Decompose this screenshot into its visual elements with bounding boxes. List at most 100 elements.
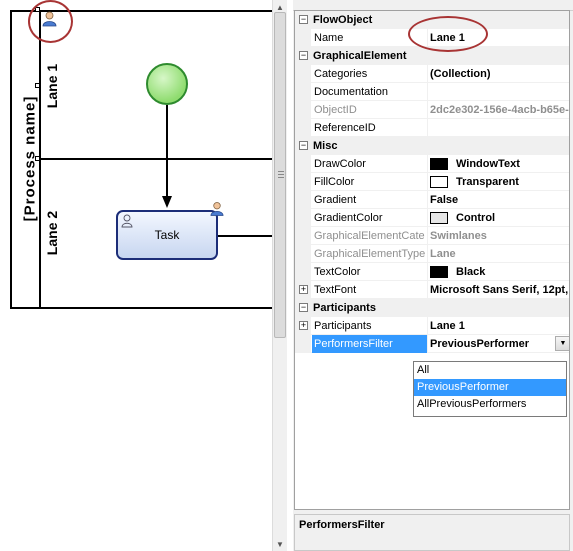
- property-row-gradient[interactable]: Gradient False: [295, 191, 569, 209]
- lane2-label[interactable]: Lane 2: [44, 193, 60, 273]
- property-row-participants[interactable]: + Participants Lane 1: [295, 317, 569, 335]
- scroll-down-icon[interactable]: ▼: [273, 537, 287, 551]
- task-label: Task: [154, 228, 180, 242]
- sequence-flow[interactable]: [218, 235, 272, 237]
- property-row-objectid[interactable]: ObjectID 2dc2e302-156e-4acb-b65e-: [295, 101, 569, 119]
- row-gutter: [295, 101, 311, 119]
- property-name: GraphicalElementType: [312, 245, 428, 263]
- row-gutter: [295, 335, 311, 353]
- start-event[interactable]: [146, 63, 188, 105]
- category-row-participants[interactable]: − Participants: [295, 299, 569, 317]
- property-grid-panel: − FlowObject Name Lane 1− GraphicalElement Ca…: [293, 0, 573, 551]
- category-label: GraphicalElement: [313, 50, 407, 62]
- property-row-categories[interactable]: Categories (Collection): [295, 65, 569, 83]
- property-description-title: PerformersFilter: [299, 519, 385, 531]
- grip-line: [278, 174, 284, 175]
- property-row-graphicalelementtype[interactable]: GraphicalElementType Lane: [295, 245, 569, 263]
- property-row-performersfilter[interactable]: PerformersFilter PreviousPerformer ▼: [295, 335, 569, 353]
- dropdown-option[interactable]: PreviousPerformer: [414, 379, 566, 396]
- lane-divider[interactable]: [39, 158, 272, 160]
- selection-handle[interactable]: [35, 156, 40, 161]
- user-task-icon: [121, 214, 133, 228]
- property-value-text: False: [430, 194, 459, 206]
- property-name: DrawColor: [312, 155, 428, 173]
- chevron-down-icon[interactable]: ▼: [555, 336, 569, 351]
- dropdown-option[interactable]: AllPreviousPerformers: [414, 396, 566, 413]
- property-row-graphicalelementcate[interactable]: GraphicalElementCate Swimlanes: [295, 227, 569, 245]
- color-swatch: [430, 212, 448, 225]
- diagram-canvas[interactable]: [Process name] Lane 1 Lane 2 Task: [0, 0, 272, 551]
- row-gutter: [295, 65, 311, 83]
- minus-icon[interactable]: −: [299, 303, 308, 312]
- property-name: FillColor: [312, 173, 428, 191]
- property-value[interactable]: Black: [428, 263, 569, 281]
- property-row-drawcolor[interactable]: DrawColor WindowText: [295, 155, 569, 173]
- category-row-misc[interactable]: − Misc: [295, 137, 569, 155]
- category-label: Participants: [313, 302, 376, 314]
- property-value[interactable]: WindowText: [428, 155, 569, 173]
- participant-icon: [210, 202, 224, 216]
- property-value[interactable]: Lane: [428, 245, 569, 263]
- color-swatch: [430, 158, 448, 171]
- property-value-text: Transparent: [456, 176, 519, 188]
- grip-line: [278, 177, 284, 178]
- property-value-text: WindowText: [456, 158, 520, 170]
- scrollbar-thumb[interactable]: [274, 12, 286, 338]
- property-value[interactable]: 2dc2e302-156e-4acb-b65e-: [428, 101, 569, 119]
- property-grid[interactable]: − FlowObject Name Lane 1− GraphicalElement Ca…: [294, 10, 570, 510]
- minus-icon[interactable]: −: [299, 141, 308, 150]
- row-gutter: [295, 155, 311, 173]
- annotation-circle: [28, 0, 73, 43]
- color-swatch: [430, 266, 448, 279]
- minus-icon[interactable]: −: [299, 15, 308, 24]
- property-value[interactable]: PreviousPerformer ▼: [428, 335, 569, 353]
- property-name: Documentation: [312, 83, 428, 101]
- property-value[interactable]: (Collection): [428, 65, 569, 83]
- property-value-text: Control: [456, 212, 496, 224]
- property-name: Gradient: [312, 191, 428, 209]
- lane1-label[interactable]: Lane 1: [44, 46, 60, 126]
- property-description: PerformersFilter: [294, 514, 570, 551]
- property-name: GradientColor: [312, 209, 428, 227]
- property-value[interactable]: Lane 1: [428, 317, 569, 335]
- property-value[interactable]: Microsoft Sans Serif, 12pt,: [428, 281, 569, 299]
- canvas-vertical-scrollbar[interactable]: ▲ ▼: [272, 0, 287, 551]
- task-activity[interactable]: Task: [116, 210, 218, 260]
- property-value-text: PreviousPerformer: [430, 338, 530, 350]
- property-row-referenceid[interactable]: ReferenceID: [295, 119, 569, 137]
- dropdown-option[interactable]: All: [414, 362, 566, 379]
- sequence-flow[interactable]: [166, 105, 168, 197]
- row-gutter: [295, 119, 311, 137]
- property-value[interactable]: Control: [428, 209, 569, 227]
- annotation-circle: [408, 16, 488, 52]
- performers-filter-dropdown-list[interactable]: All PreviousPerformer AllPreviousPerformer…: [413, 361, 567, 417]
- row-gutter: [295, 83, 311, 101]
- selection-handle[interactable]: [35, 83, 40, 88]
- property-value[interactable]: [428, 119, 569, 137]
- property-value-text: (Collection): [430, 68, 491, 80]
- property-value-text: 2dc2e302-156e-4acb-b65e-: [430, 104, 569, 116]
- property-name: ObjectID: [312, 101, 428, 119]
- property-row-textfont[interactable]: + TextFont Microsoft Sans Serif, 12pt,: [295, 281, 569, 299]
- property-name: Categories: [312, 65, 428, 83]
- property-row-textcolor[interactable]: TextColor Black: [295, 263, 569, 281]
- property-name: TextColor: [312, 263, 428, 281]
- property-value[interactable]: [428, 83, 569, 101]
- plus-icon[interactable]: +: [299, 285, 308, 294]
- property-value-text: Lane 1: [430, 320, 465, 332]
- property-row-fillcolor[interactable]: FillColor Transparent: [295, 173, 569, 191]
- property-value[interactable]: Swimlanes: [428, 227, 569, 245]
- row-gutter: [295, 263, 311, 281]
- category-label: Misc: [313, 140, 338, 152]
- property-row-documentation[interactable]: Documentation: [295, 83, 569, 101]
- row-gutter: [295, 227, 311, 245]
- property-value[interactable]: Transparent: [428, 173, 569, 191]
- minus-icon[interactable]: −: [299, 51, 308, 60]
- plus-icon[interactable]: +: [299, 321, 308, 330]
- property-value-text: Swimlanes: [430, 230, 487, 242]
- property-name: TextFont: [312, 281, 428, 299]
- property-row-gradientcolor[interactable]: GradientColor Control: [295, 209, 569, 227]
- property-value[interactable]: False: [428, 191, 569, 209]
- sequence-flow-arrow: [162, 196, 172, 208]
- property-name: GraphicalElementCate: [312, 227, 428, 245]
